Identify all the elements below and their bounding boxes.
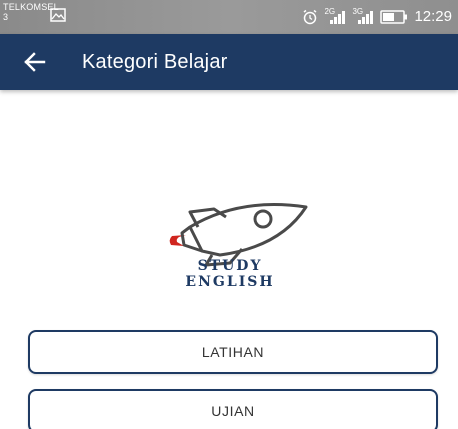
app-logo-text: STUDY ENGLISH: [150, 258, 310, 290]
logo-line-study: STUDY: [197, 258, 263, 274]
status-bar: TELKOMSEL 3 2G 3G 12:29: [0, 0, 458, 34]
app-bar: Kategori Belajar: [0, 34, 458, 90]
carrier-sub: 3: [3, 12, 9, 22]
page-title: Kategori Belajar: [82, 51, 228, 73]
latihan-button[interactable]: LATIHAN: [28, 330, 438, 374]
arrow-left-icon[interactable]: [22, 49, 48, 75]
latihan-label: LATIHAN: [201, 344, 265, 360]
gallery-icon: [50, 8, 66, 22]
screen: TELKOMSEL 3 2G 3G 12:29 Kategori Belajar…: [0, 0, 458, 429]
ujian-button[interactable]: UJIAN: [28, 389, 438, 429]
network-type-1: 2G: [324, 8, 346, 25]
clock: 12:29: [414, 8, 452, 25]
status-right: 2G 3G 12:29: [302, 6, 452, 28]
logo-line-english: ENGLISH: [185, 274, 275, 290]
network-type-2: 3G: [352, 8, 374, 25]
ujian-label: UJIAN: [211, 403, 255, 419]
battery-icon: [380, 10, 408, 24]
alarm-icon: [304, 9, 317, 25]
